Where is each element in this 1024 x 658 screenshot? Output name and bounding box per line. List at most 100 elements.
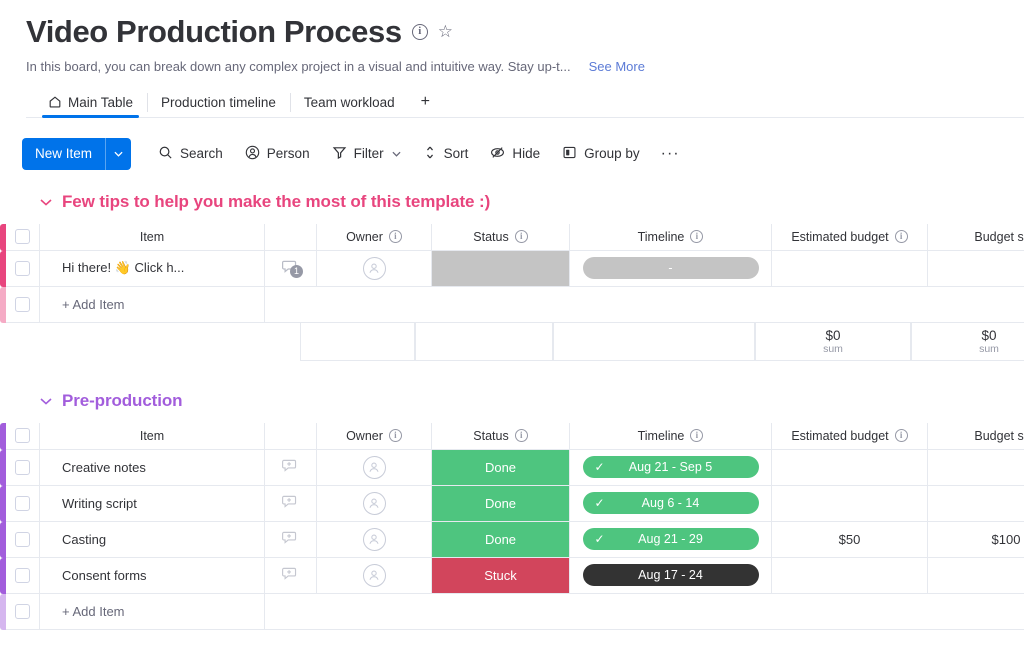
cell-timeline[interactable]: - [570, 251, 772, 287]
cell-owner[interactable] [317, 522, 432, 558]
add-update-icon[interactable] [281, 564, 300, 586]
column-header-budget-spent[interactable]: Budget spe [928, 224, 1024, 251]
cell-status[interactable]: Done [432, 486, 570, 522]
avatar[interactable] [363, 456, 386, 479]
cell-item-name[interactable]: Consent forms [40, 558, 265, 594]
row-select-cell[interactable] [6, 450, 40, 486]
cell-estimated-budget[interactable] [772, 558, 928, 594]
cell-estimated-budget[interactable] [772, 251, 928, 287]
cell-status[interactable]: Done [432, 450, 570, 486]
cell-owner[interactable] [317, 251, 432, 287]
add-item-row[interactable]: + Add Item [0, 287, 1024, 323]
summary-estimated-budget[interactable]: $0 sum [755, 323, 911, 361]
select-all-cell[interactable] [6, 224, 40, 251]
cell-budget-spent[interactable] [928, 558, 1024, 594]
cell-item-name[interactable]: Hi there! 👋 Click h... [40, 251, 265, 287]
sort-button[interactable]: Sort [412, 138, 480, 170]
add-item-button[interactable]: + Add Item [40, 287, 265, 323]
add-row-select-cell[interactable] [6, 287, 40, 323]
info-icon[interactable]: i [389, 230, 402, 243]
hide-button[interactable]: Hide [479, 138, 551, 170]
cell-estimated-budget[interactable] [772, 486, 928, 522]
more-options-button[interactable]: ··· [651, 145, 690, 163]
add-row-select-cell[interactable] [6, 594, 40, 630]
row-select-cell[interactable] [6, 251, 40, 287]
info-icon[interactable]: i [895, 230, 908, 243]
cell-owner[interactable] [317, 450, 432, 486]
person-button[interactable]: Person [234, 138, 321, 170]
table-row[interactable]: Writing script Done ✓ [0, 486, 1024, 522]
table-row[interactable]: Creative notes Done ✓ [0, 450, 1024, 486]
table-row[interactable]: Hi there! 👋 Click h... 1 [0, 251, 1024, 287]
cell-timeline[interactable]: ✓ Aug 6 - 14 [570, 486, 772, 522]
row-select-cell[interactable] [6, 522, 40, 558]
add-item-row[interactable]: + Add Item [0, 594, 1024, 630]
cell-owner[interactable] [317, 486, 432, 522]
info-icon[interactable]: i [690, 429, 703, 442]
cell-timeline[interactable]: ✓ Aug 21 - Sep 5 [570, 450, 772, 486]
chevron-down-icon[interactable] [105, 138, 131, 170]
row-checkbox[interactable] [15, 532, 30, 547]
info-icon[interactable]: i [690, 230, 703, 243]
chevron-down-icon[interactable] [392, 149, 401, 159]
search-button[interactable]: Search [147, 138, 234, 170]
avatar[interactable] [363, 564, 386, 587]
info-icon[interactable]: i [895, 429, 908, 442]
column-header-status[interactable]: Status i [432, 423, 570, 450]
cell-updates[interactable] [265, 450, 317, 486]
cell-budget-spent[interactable] [928, 486, 1024, 522]
row-checkbox[interactable] [15, 604, 30, 619]
chevron-down-icon[interactable] [40, 394, 52, 408]
avatar[interactable] [363, 492, 386, 515]
summary-budget-spent[interactable]: $0 sum [911, 323, 1024, 361]
row-checkbox[interactable] [15, 568, 30, 583]
select-all-checkbox[interactable] [15, 229, 30, 244]
add-item-button[interactable]: + Add Item [40, 594, 265, 630]
filter-button[interactable]: Filter [321, 138, 412, 170]
row-checkbox[interactable] [15, 496, 30, 511]
add-tab-button[interactable]: + [409, 88, 442, 117]
cell-owner[interactable] [317, 558, 432, 594]
cell-timeline[interactable]: Aug 17 - 24 [570, 558, 772, 594]
cell-item-name[interactable]: Writing script [40, 486, 265, 522]
info-icon[interactable]: i [515, 230, 528, 243]
cell-status[interactable] [432, 251, 570, 287]
table-row[interactable]: Casting Done ✓ Aug [0, 522, 1024, 558]
tab-team-workload[interactable]: Team workload [290, 88, 409, 117]
group-title[interactable]: Few tips to help you make the most of th… [62, 192, 490, 212]
new-item-button[interactable]: New Item [22, 138, 131, 170]
cell-budget-spent[interactable] [928, 251, 1024, 287]
info-icon[interactable]: i [515, 429, 528, 442]
add-update-icon[interactable] [281, 492, 300, 514]
cell-estimated-budget[interactable] [772, 450, 928, 486]
select-all-checkbox[interactable] [15, 428, 30, 443]
cell-budget-spent[interactable] [928, 450, 1024, 486]
cell-updates[interactable] [265, 522, 317, 558]
cell-updates[interactable] [265, 486, 317, 522]
row-checkbox[interactable] [15, 460, 30, 475]
cell-status[interactable]: Stuck [432, 558, 570, 594]
row-checkbox[interactable] [15, 297, 30, 312]
add-update-icon[interactable] [281, 528, 300, 550]
cell-updates[interactable]: 1 [265, 251, 317, 287]
column-header-owner[interactable]: Owner i [317, 423, 432, 450]
see-more-link[interactable]: See More [589, 59, 645, 74]
add-update-icon[interactable] [281, 456, 300, 478]
avatar[interactable] [363, 257, 386, 280]
cell-item-name[interactable]: Casting [40, 522, 265, 558]
star-icon[interactable]: ☆ [438, 23, 453, 40]
group-by-button[interactable]: Group by [551, 138, 651, 170]
column-header-owner[interactable]: Owner i [317, 224, 432, 251]
row-select-cell[interactable] [6, 558, 40, 594]
tab-main-table[interactable]: Main Table [34, 88, 147, 117]
table-row[interactable]: Consent forms Stuck Aug 17 - [0, 558, 1024, 594]
tab-production-timeline[interactable]: Production timeline [147, 88, 290, 117]
column-header-item[interactable]: Item [40, 224, 265, 251]
column-header-timeline[interactable]: Timeline i [570, 423, 772, 450]
cell-estimated-budget[interactable]: $50 [772, 522, 928, 558]
column-header-estimated-budget[interactable]: Estimated budget i [772, 423, 928, 450]
cell-item-name[interactable]: Creative notes [40, 450, 265, 486]
column-header-timeline[interactable]: Timeline i [570, 224, 772, 251]
avatar[interactable] [363, 528, 386, 551]
column-header-status[interactable]: Status i [432, 224, 570, 251]
